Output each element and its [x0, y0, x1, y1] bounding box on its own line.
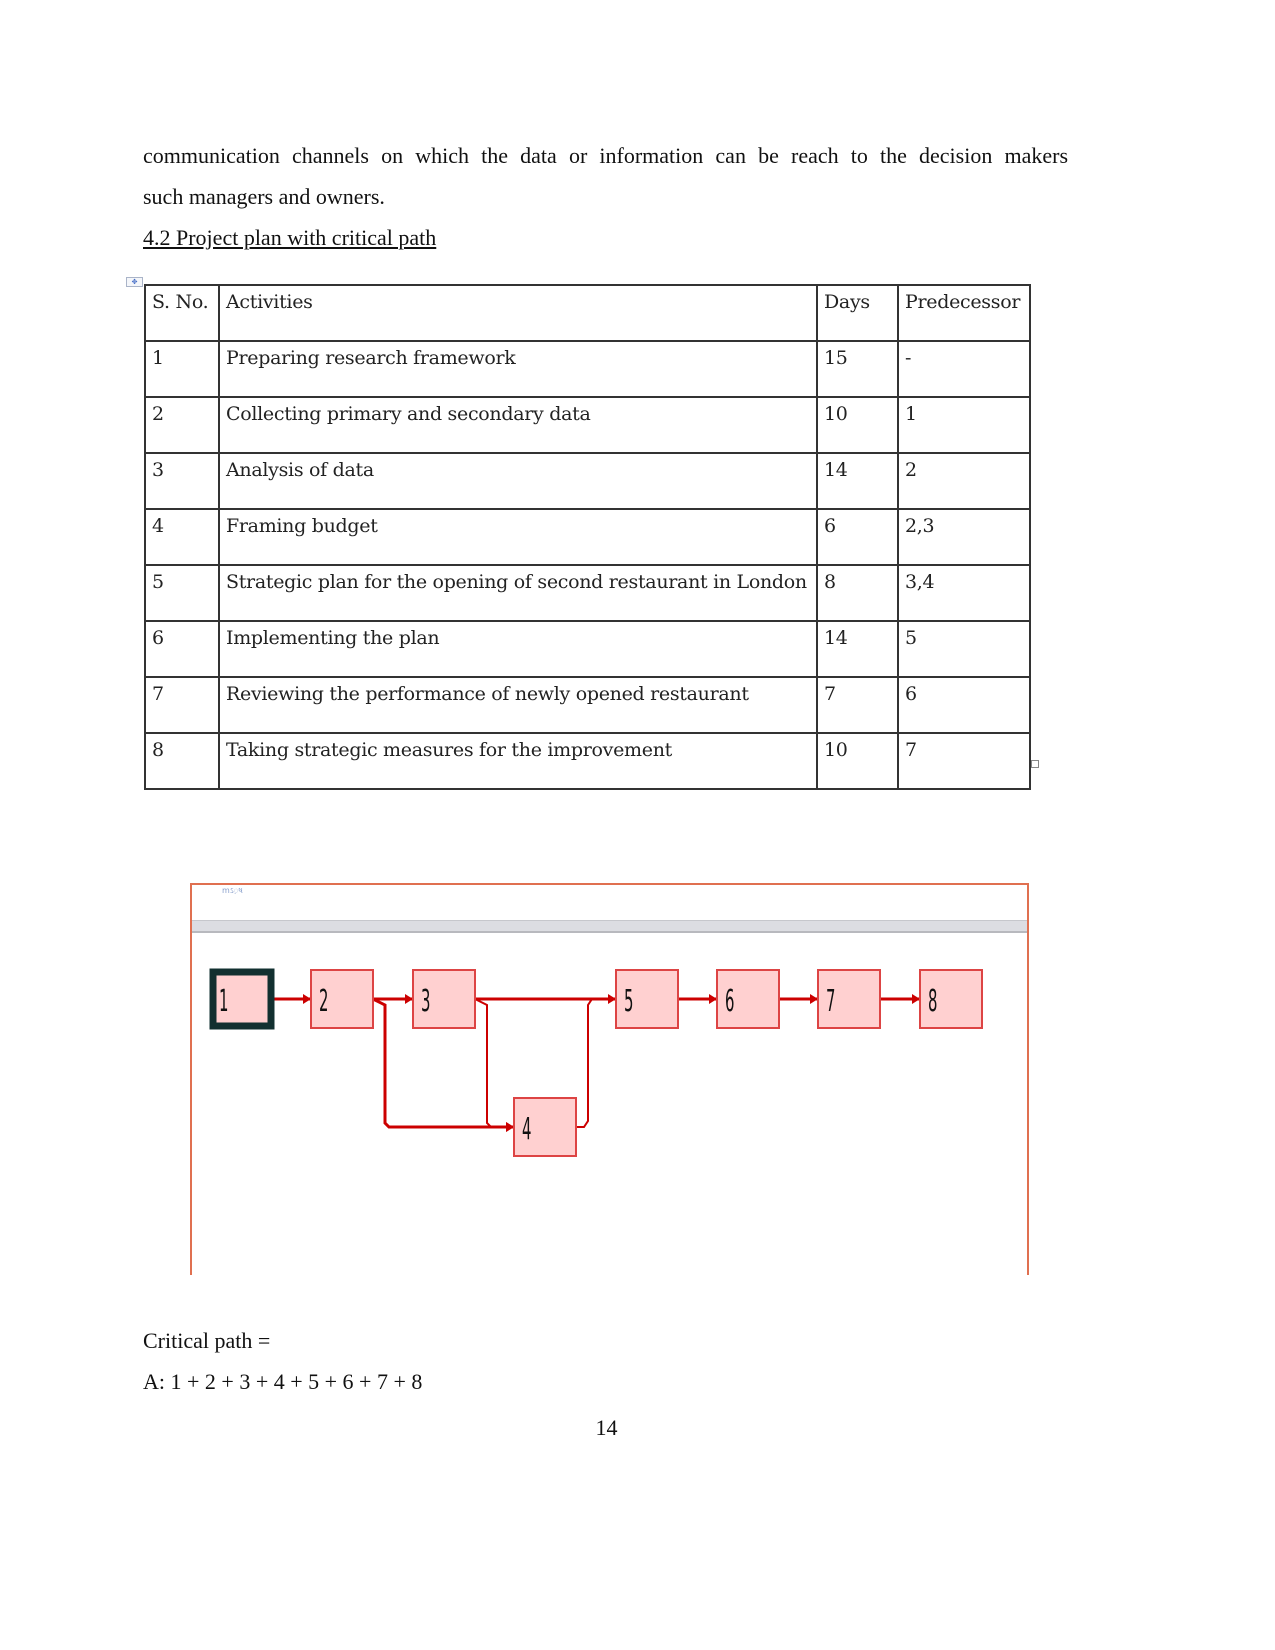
cell-sno: 2: [144, 396, 220, 454]
edge-3-4: [474, 998, 514, 1132]
table-row: 5 Strategic plan for the opening of seco…: [144, 564, 1031, 622]
critical-path-label: Critical path =: [143, 1328, 271, 1353]
cell-activity: Reviewing the performance of newly opene…: [218, 676, 818, 734]
cell-activity: Implementing the plan: [218, 620, 818, 678]
table-row: 6 Implementing the plan 14 5: [144, 620, 1031, 678]
header-predecessor: Predecessor: [897, 284, 1031, 342]
cell-days: 10: [816, 396, 899, 454]
node-8-label: 8: [928, 984, 937, 1019]
project-plan-table: S. No. Activities Days Predecessor 1 Pre…: [144, 284, 1031, 790]
network-diagram-frame: mઽ़ષ 12345678: [190, 883, 1029, 1275]
cell-days: 15: [816, 340, 899, 398]
node-2-label: 2: [319, 984, 328, 1019]
cell-sno: 5: [144, 564, 220, 622]
cell-sno: 4: [144, 508, 220, 566]
cell-activity: Analysis of data: [218, 452, 818, 510]
cell-predecessor: -: [897, 340, 1031, 398]
table-row: 2 Collecting primary and secondary data …: [144, 396, 1031, 454]
table-row: 3 Analysis of data 14 2: [144, 452, 1031, 510]
cell-activity: Strategic plan for the opening of second…: [218, 564, 818, 622]
cell-days: 8: [816, 564, 899, 622]
node-5-label: 5: [624, 984, 633, 1019]
table-resize-handle[interactable]: [1031, 760, 1039, 768]
cell-sno: 8: [144, 732, 220, 790]
cell-sno: 7: [144, 676, 220, 734]
critical-path-value: A: 1 + 2 + 3 + 4 + 5 + 6 + 7 + 8: [143, 1369, 423, 1394]
body-paragraph-line-2: such managers and owners.: [143, 184, 385, 209]
cell-predecessor: 7: [897, 732, 1031, 790]
table-row: 7 Reviewing the performance of newly ope…: [144, 676, 1031, 734]
header-days: Days: [816, 284, 899, 342]
cell-predecessor: 2,3: [897, 508, 1031, 566]
cell-activity: Preparing research framework: [218, 340, 818, 398]
cell-predecessor: 3,4: [897, 564, 1031, 622]
node-4-label: 4: [522, 1112, 531, 1147]
body-paragraph-line-1: communication channels on which the data…: [143, 143, 1068, 168]
cell-days: 14: [816, 620, 899, 678]
table-move-handle-icon[interactable]: ✥: [126, 277, 143, 287]
cell-sno: 6: [144, 620, 220, 678]
table-row: 1 Preparing research framework 15 -: [144, 340, 1031, 398]
cell-sno: 1: [144, 340, 220, 398]
cell-sno: 3: [144, 452, 220, 510]
node-7-label: 7: [826, 984, 835, 1019]
cell-activity: Framing budget: [218, 508, 818, 566]
node-6-label: 6: [725, 984, 734, 1019]
table-header-row: S. No. Activities Days Predecessor: [144, 284, 1031, 342]
edge-4-5: [576, 998, 615, 1128]
table-row: 8 Taking strategic measures for the impr…: [144, 732, 1031, 790]
page-number: 14: [595, 1415, 618, 1440]
table-row: 4 Framing budget 6 2,3: [144, 508, 1031, 566]
cell-predecessor: 5: [897, 620, 1031, 678]
section-heading: 4.2 Project plan with critical path: [143, 225, 437, 250]
node-3-label: 3: [421, 984, 430, 1019]
cell-predecessor: 6: [897, 676, 1031, 734]
header-activities: Activities: [218, 284, 818, 342]
cell-days: 7: [816, 676, 899, 734]
cell-activity: Taking strategic measures for the improv…: [218, 732, 818, 790]
cell-days: 6: [816, 508, 899, 566]
cell-days: 14: [816, 452, 899, 510]
cell-predecessor: 2: [897, 452, 1031, 510]
node-1-label: 1: [219, 984, 228, 1019]
network-diagram: 1 2 3 4 5 6 7 8: [209, 968, 983, 1157]
cell-activity: Collecting primary and secondary data: [218, 396, 818, 454]
cell-days: 10: [816, 732, 899, 790]
cell-predecessor: 1: [897, 396, 1031, 454]
header-sno: S. No.: [144, 284, 220, 342]
